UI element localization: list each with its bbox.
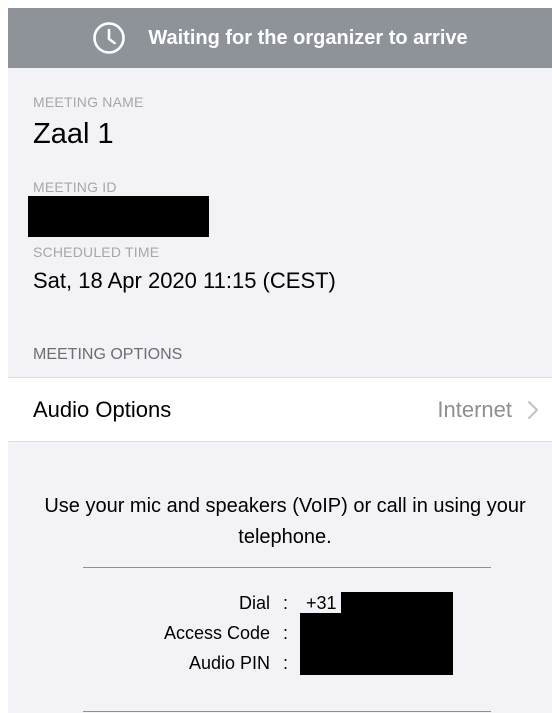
chevron-right-icon [526,400,540,420]
meeting-name-value: Zaal 1 [33,118,114,150]
clock-icon [92,21,126,55]
scheduled-time-label: SCHEDULED TIME [33,244,160,260]
access-code-separator: : [283,623,289,643]
dial-separator: : [283,593,289,613]
audio-pin-label: Audio PIN [188,653,270,673]
audio-description: Use your mic and speakers (VoIP) or call… [44,495,526,548]
audio-options-row[interactable]: Audio Options Internet [8,377,552,442]
audio-options-value: Internet [437,397,512,422]
meeting-details-screen: Waiting for the organizer to arrive MEET… [8,8,552,713]
access-code-label: Access Code [163,623,270,643]
meeting-id-label: MEETING ID [33,179,117,195]
waiting-status-text: Waiting for the organizer to arrive [148,26,468,49]
scheduled-time-value: Sat, 18 Apr 2020 11:15 (CEST) [33,268,336,293]
dial-number-value: +31 [306,593,337,613]
dial-number-redacted [341,592,453,613]
divider-bottom [83,711,491,712]
waiting-status-banner: Waiting for the organizer to arrive [8,8,552,68]
meeting-id-redacted [28,196,209,237]
meeting-name-label: MEETING NAME [33,94,144,110]
divider-top [83,567,491,568]
access-code-and-pin-redacted [300,613,453,675]
audio-pin-separator: : [283,653,289,673]
dial-label: Dial [238,593,270,613]
audio-options-label: Audio Options [33,397,172,422]
meeting-options-header: MEETING OPTIONS [33,346,183,363]
